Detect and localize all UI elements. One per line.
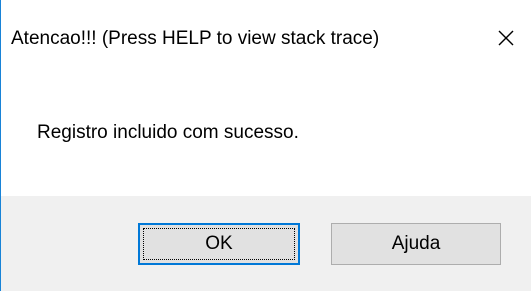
dialog-footer: OK Ajuda [1, 196, 531, 291]
ok-button[interactable]: OK [138, 223, 300, 265]
dialog-message: Registro incluido com sucesso. [37, 122, 299, 143]
ok-button-label: OK [205, 233, 233, 254]
dialog-content: Registro incluido com sucesso. [1, 86, 531, 196]
dialog-title: Atencao!!! (Press HELP to view stack tra… [11, 28, 380, 49]
help-button[interactable]: Ajuda [331, 223, 501, 265]
message-dialog: Atencao!!! (Press HELP to view stack tra… [0, 0, 531, 291]
close-button[interactable] [489, 20, 523, 56]
title-bar[interactable]: Atencao!!! (Press HELP to view stack tra… [1, 0, 531, 86]
close-icon [498, 30, 514, 46]
help-button-label: Ajuda [391, 233, 441, 254]
